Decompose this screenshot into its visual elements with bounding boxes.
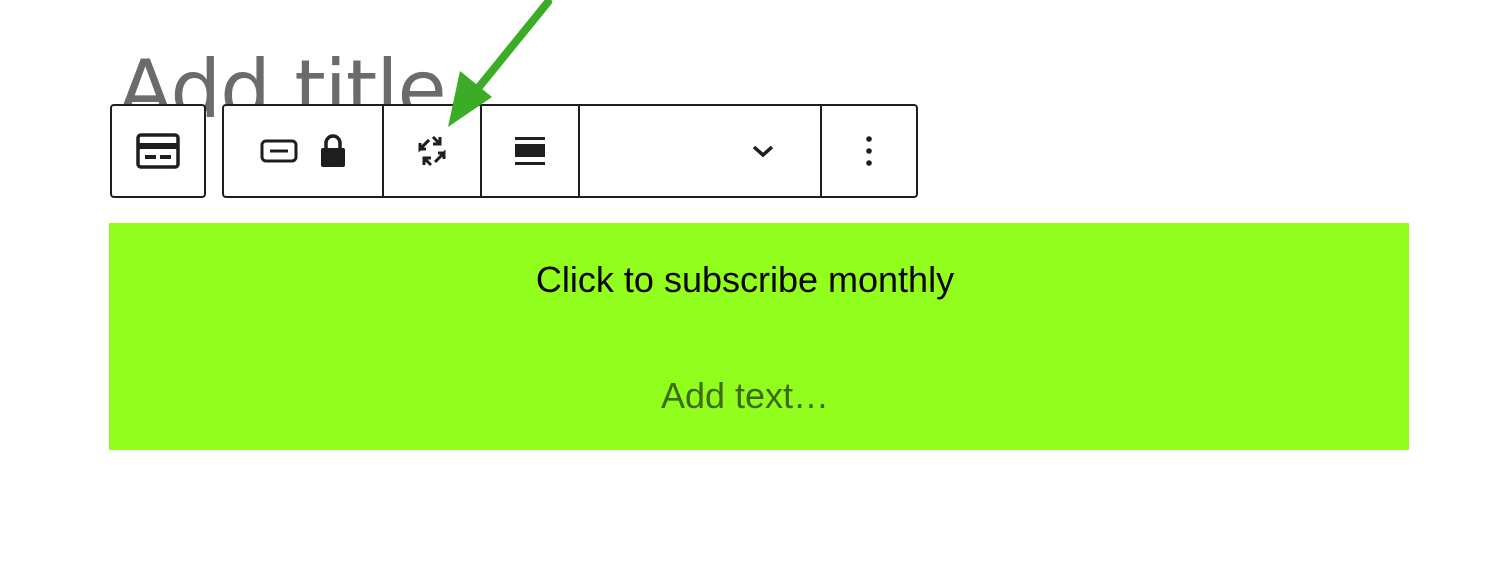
chevron-down-icon [751, 144, 775, 158]
lock-icon [320, 134, 346, 168]
block-type-button[interactable] [112, 106, 204, 196]
swap-arrows-icon [415, 134, 449, 168]
payment-button-icon [136, 133, 180, 169]
text-placeholder[interactable]: Add text… [0, 372, 1490, 420]
lock-button[interactable] [320, 106, 346, 196]
align-icon [515, 136, 545, 166]
options-button[interactable] [822, 106, 916, 196]
more-options-icon [865, 135, 873, 167]
block-toolbar-type-group [110, 104, 206, 198]
block-toolbar [222, 104, 918, 198]
subscribe-button-text[interactable]: Click to subscribe monthly [0, 256, 1490, 304]
toolbar-section-align [480, 106, 578, 196]
toolbar-section-transform [382, 106, 480, 196]
editor-canvas: Add title Click to subscribe monthly Add… [0, 0, 1490, 586]
toolbar-section-style [224, 106, 382, 196]
button-style-button[interactable] [260, 106, 298, 196]
toolbar-section-options [820, 106, 916, 196]
swap-button[interactable] [384, 106, 480, 196]
more-formats-button[interactable] [751, 106, 775, 196]
button-style-icon [260, 139, 298, 163]
toolbar-section-format [578, 106, 820, 196]
align-button[interactable] [482, 106, 578, 196]
